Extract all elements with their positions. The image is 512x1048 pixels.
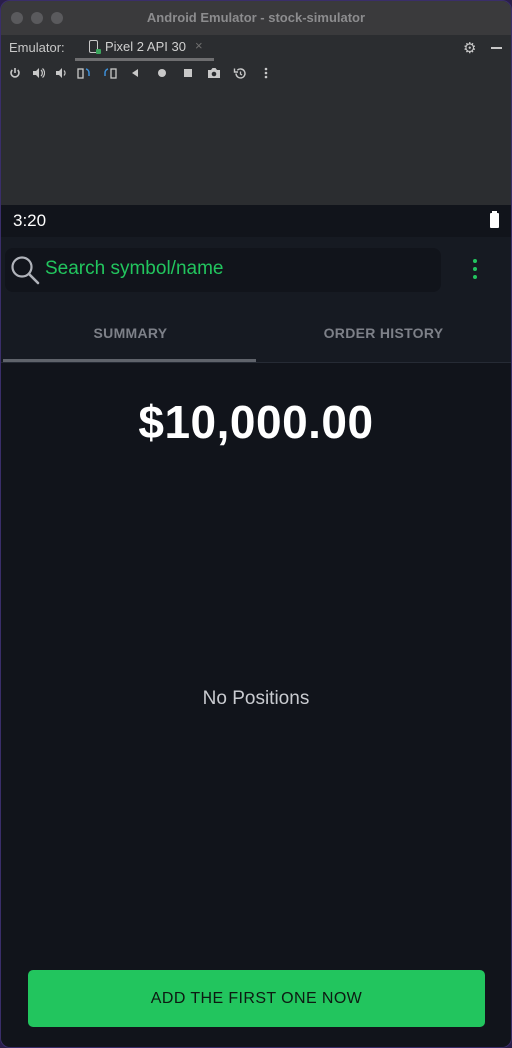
rotate-right-icon[interactable] xyxy=(102,67,118,83)
empty-state-message: No Positions xyxy=(202,688,310,709)
emulator-label: Emulator: xyxy=(9,40,65,55)
search-placeholder: Search symbol/name xyxy=(45,258,224,279)
emulator-toolbar xyxy=(1,61,511,89)
minimize-panel-icon[interactable] xyxy=(491,47,502,49)
tab-close-icon[interactable]: × xyxy=(195,38,203,53)
battery-icon xyxy=(490,211,499,228)
snapshot-icon[interactable] xyxy=(232,67,248,83)
status-clock: 3:20 xyxy=(13,211,47,230)
power-icon[interactable] xyxy=(7,67,23,82)
device-icon xyxy=(89,40,101,54)
search-input[interactable]: Search symbol/name xyxy=(5,248,441,292)
home-icon[interactable] xyxy=(154,67,170,81)
tab-order-history[interactable]: ORDER HISTORY xyxy=(256,303,511,363)
back-icon[interactable] xyxy=(127,67,143,81)
tab-bar: SUMMARY ORDER HISTORY xyxy=(1,303,511,363)
volume-up-icon[interactable] xyxy=(30,67,46,82)
status-bar: 3:20 xyxy=(1,205,511,237)
volume-down-icon[interactable] xyxy=(53,67,69,82)
tab-summary[interactable]: SUMMARY xyxy=(3,303,258,363)
more-icon[interactable] xyxy=(258,67,274,82)
rotate-left-icon[interactable] xyxy=(76,67,92,83)
search-icon xyxy=(11,256,40,285)
window-title: Android Emulator - stock-simulator xyxy=(146,10,366,25)
camera-icon[interactable] xyxy=(206,67,222,82)
overview-icon[interactable] xyxy=(180,67,196,81)
add-first-position-button[interactable]: ADD THE FIRST ONE NOW xyxy=(28,970,485,1027)
app-bar: Search symbol/name xyxy=(1,237,511,303)
gear-icon[interactable]: ⚙ xyxy=(463,39,476,57)
phone-screen: 3:20 Search symbol/name SUMMARY ORDER HI… xyxy=(1,205,511,1047)
title-bar: Android Emulator - stock-simulator xyxy=(1,1,511,35)
emulator-window: Android Emulator - stock-simulator Emula… xyxy=(0,0,512,1048)
emulator-tab-row: Emulator: Pixel 2 API 30 × ⚙ xyxy=(1,35,511,61)
account-balance: $10,000.00 xyxy=(138,396,374,448)
device-tab[interactable]: Pixel 2 API 30 × xyxy=(75,35,214,61)
tab-indicator xyxy=(3,359,256,362)
emulator-frame-top xyxy=(1,89,511,205)
device-tab-label: Pixel 2 API 30 xyxy=(105,39,186,54)
overflow-menu-icon[interactable] xyxy=(467,259,483,283)
